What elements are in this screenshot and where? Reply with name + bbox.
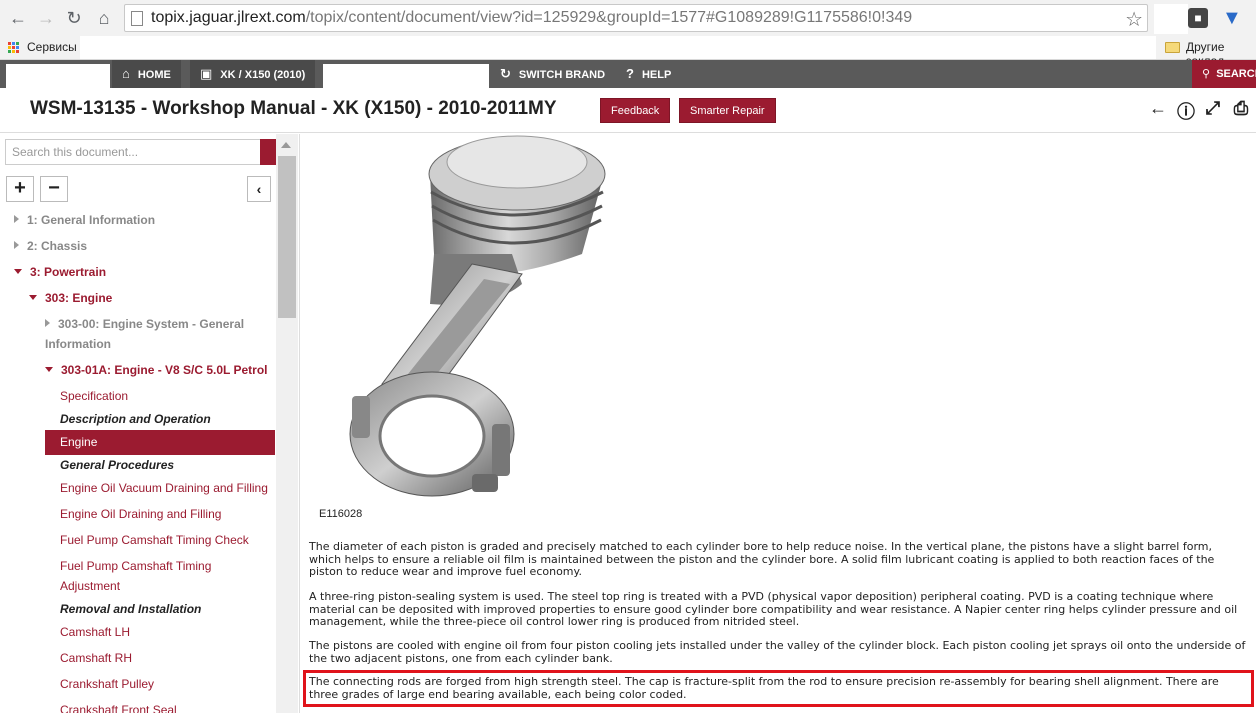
car-icon: ▣: [200, 66, 213, 81]
url-text: topix.jaguar.jlrext.com/topix/content/do…: [151, 9, 913, 26]
caret-down-icon: [29, 295, 37, 300]
tree-powertrain[interactable]: 3: Powertrain: [14, 265, 106, 279]
search-icon: ⚲: [1202, 68, 1211, 80]
folder-icon: [1165, 42, 1180, 53]
extension-slot: [1154, 4, 1188, 34]
bookmarks-empty-area: [80, 36, 1156, 59]
home-icon[interactable]: ⌂: [92, 6, 116, 30]
info-icon[interactable]: ⓘ: [1176, 98, 1196, 124]
sidebar-scroll-thumb[interactable]: [278, 156, 296, 318]
piston-connecting-rod-illustration: [349, 135, 606, 497]
forward-icon[interactable]: →: [34, 6, 58, 30]
tree-engine-303[interactable]: 303: Engine: [29, 291, 112, 305]
caret-down-icon: [45, 367, 53, 372]
paragraph-piston-cooling: The pistons are cooled with engine oil f…: [309, 639, 1246, 665]
document-search-input[interactable]: [6, 140, 256, 164]
tree-specification[interactable]: Specification: [60, 389, 128, 403]
collapse-sidebar-button[interactable]: ‹: [247, 176, 271, 202]
back-icon[interactable]: ←: [6, 6, 30, 30]
page-icon: [131, 11, 143, 26]
document-search: [5, 139, 261, 165]
paragraph-piston-diameter: The diameter of each piston is graded an…: [309, 540, 1215, 578]
download-icon[interactable]: ▼: [1222, 6, 1242, 30]
page-title: WSM-13135 - Workshop Manual - XK (X150) …: [30, 98, 557, 119]
tree-camshaft-lh[interactable]: Camshaft LH: [60, 625, 130, 639]
smarter-repair-button[interactable]: Smarter Repair: [679, 98, 776, 123]
switch-brand-nav[interactable]: ↻ SWITCH BRAND: [500, 60, 605, 88]
tree-heading-description: Description and Operation: [60, 412, 211, 426]
print-icon[interactable]: ⎙: [1231, 98, 1251, 119]
tree-general-information[interactable]: 1: General Information: [14, 213, 155, 227]
feedback-button[interactable]: Feedback: [600, 98, 671, 123]
browser-toolbar: ← → ↻ ⌂ topix.jaguar.jlrext.com/topix/co…: [0, 0, 1256, 36]
tree-fuel-pump-adjust[interactable]: Fuel Pump Camshaft Timing Adjustment: [60, 556, 230, 596]
refresh-icon: ↻: [500, 66, 511, 81]
collapse-all-button[interactable]: −: [40, 176, 68, 202]
tree-oil-draining[interactable]: Engine Oil Draining and Filling: [60, 507, 221, 521]
tree-heading-removal: Removal and Installation: [60, 602, 202, 616]
scroll-up-arrow-icon[interactable]: [281, 142, 291, 148]
paragraph-ring-sealing: A three-ring piston-sealing system is us…: [309, 590, 1238, 628]
document-content: E116028 The diameter of each piston is g…: [302, 134, 1256, 713]
tree-camshaft-rh[interactable]: Camshaft RH: [60, 651, 132, 665]
tree-fuel-pump-check[interactable]: Fuel Pump Camshaft Timing Check: [60, 533, 249, 547]
tree-crankshaft-front-seal[interactable]: Crankshaft Front Seal: [60, 703, 177, 713]
bookmark-star-icon[interactable]: ☆: [1125, 7, 1143, 32]
tree-oil-vacuum[interactable]: Engine Oil Vacuum Draining and Filling: [60, 481, 268, 495]
nav-tab-blank: [6, 64, 110, 88]
back-arrow-icon[interactable]: ←: [1148, 98, 1168, 119]
tree-chassis[interactable]: 2: Chassis: [14, 239, 87, 253]
search-nav[interactable]: ⚲ SEARCH: [1192, 60, 1256, 88]
expand-all-button[interactable]: +: [6, 176, 34, 202]
reload-icon[interactable]: ↻: [62, 6, 86, 30]
tree-heading-general-procedures: General Procedures: [60, 458, 175, 472]
fullscreen-icon[interactable]: ⤢: [1203, 98, 1223, 119]
caret-right-icon: [14, 215, 19, 223]
toc-sidebar: + − ‹ 1: General Information 2: Chassis …: [0, 134, 300, 713]
caret-right-icon: [14, 241, 19, 249]
question-icon: ?: [626, 66, 634, 81]
tree-engine-selected[interactable]: Engine: [45, 430, 275, 455]
paragraph-connecting-rods-highlighted: The connecting rods are forged from high…: [303, 670, 1254, 707]
address-bar[interactable]: topix.jaguar.jlrext.com/topix/content/do…: [124, 4, 1148, 32]
apps-grid-icon[interactable]: [8, 42, 20, 54]
vehicle-nav[interactable]: ▣ XK / X150 (2010): [190, 60, 316, 88]
tree-engine-v8[interactable]: 303-01A: Engine - V8 S/C 5.0L Petrol: [45, 363, 268, 377]
help-nav[interactable]: ? HELP: [626, 60, 671, 88]
nav-tab-blank-2: [323, 64, 489, 88]
extension-icon[interactable]: ■: [1188, 8, 1208, 28]
caret-right-icon: [45, 319, 50, 327]
home-nav[interactable]: ⌂ HOME: [112, 60, 181, 88]
tree-engine-system[interactable]: 303-00: Engine System - General Informat…: [45, 314, 270, 354]
app-nav-bar: ⌂ HOME ▣ XK / X150 (2010) ↻ SWITCH BRAND ? H…: [0, 60, 1256, 88]
home-nav-icon: ⌂: [122, 66, 130, 81]
figure-label: E116028: [319, 508, 363, 520]
tree-crankshaft-pulley[interactable]: Crankshaft Pulley: [60, 677, 154, 691]
caret-down-icon: [14, 269, 22, 274]
document-search-button[interactable]: [260, 139, 276, 165]
document-header: WSM-13135 - Workshop Manual - XK (X150) …: [0, 88, 1256, 133]
bookmark-services[interactable]: Сервисы: [27, 40, 77, 54]
